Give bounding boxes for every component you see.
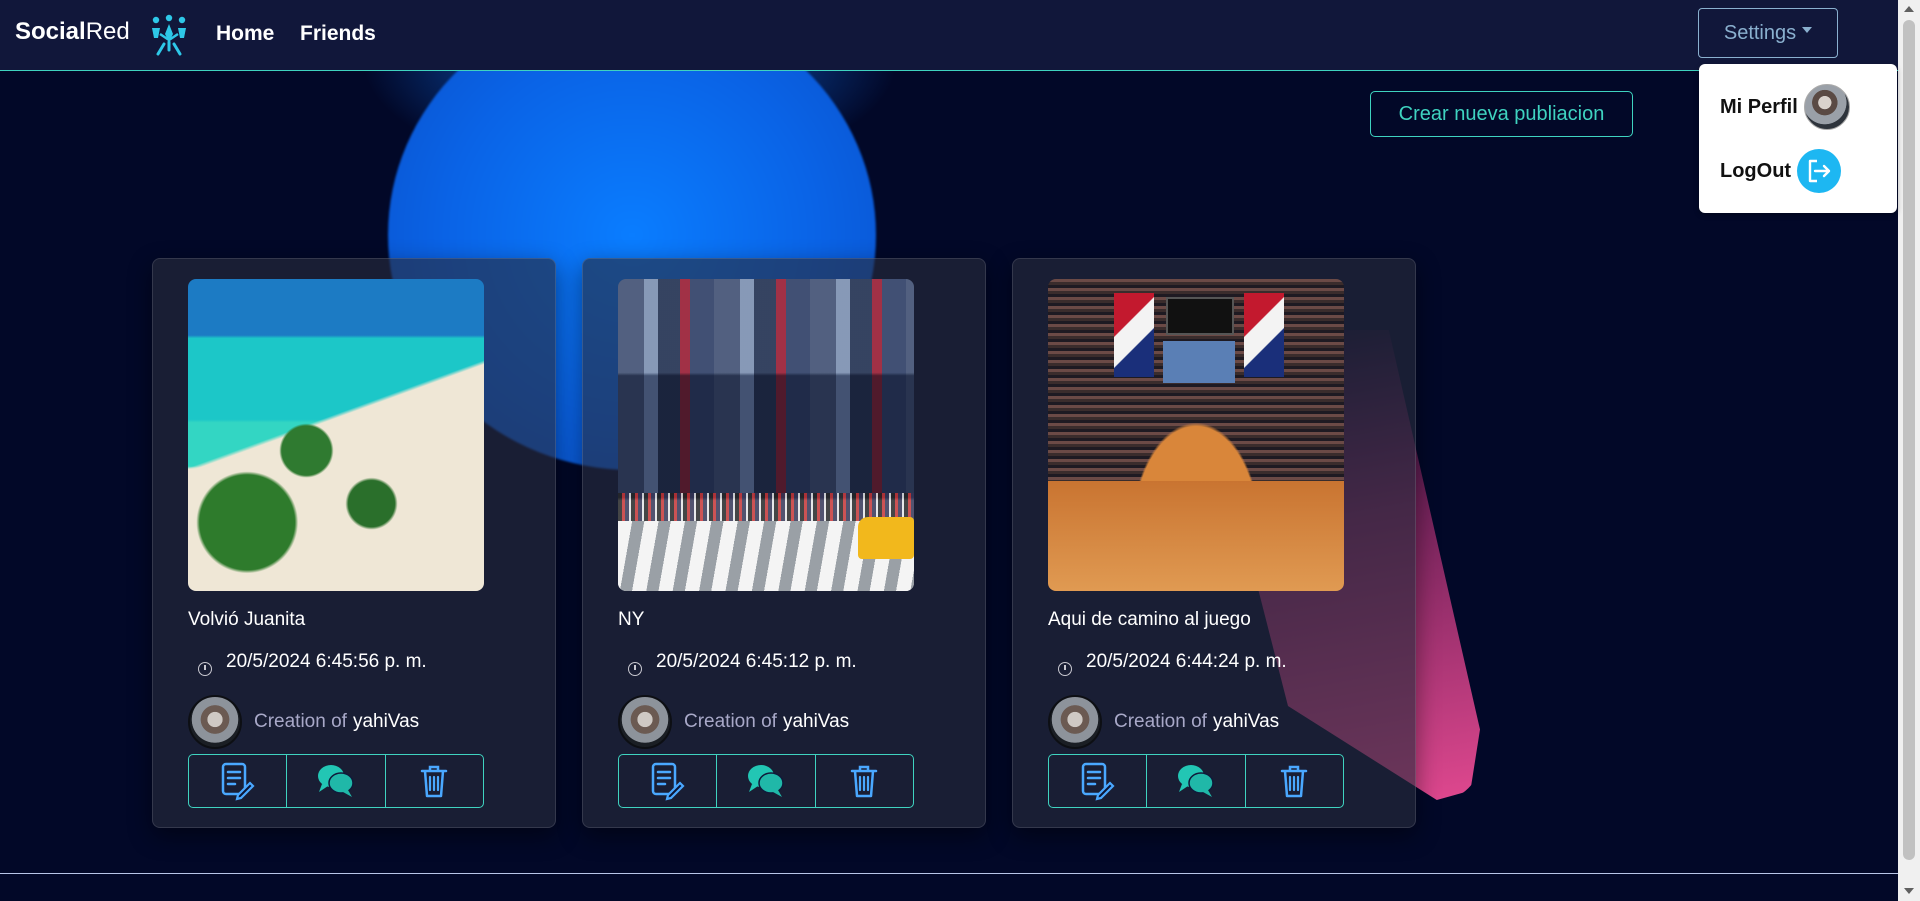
post-card: Aqui de camino al juego 20/5/2024 6:44:2…: [1012, 258, 1416, 828]
menu-item-profile-label: Mi Perfil: [1720, 95, 1798, 118]
post-image[interactable]: [1048, 279, 1344, 591]
comments-button[interactable]: [1147, 755, 1246, 807]
edit-post-button[interactable]: [619, 755, 718, 807]
menu-item-logout[interactable]: LogOut: [1720, 149, 1842, 193]
image-detail-screen: [1114, 293, 1154, 377]
post-date-text: 20/5/2024 6:45:56 p. m.: [226, 651, 427, 672]
post-actions: [618, 754, 914, 808]
post-date: 20/5/2024 6:44:24 p. m.: [1058, 648, 1287, 676]
scroll-up-arrow-icon[interactable]: [1904, 6, 1914, 12]
edit-icon: [221, 762, 255, 801]
comments-button[interactable]: [287, 755, 386, 807]
settings-dropdown-menu: Mi Perfil LogOut: [1699, 64, 1897, 213]
delete-post-button[interactable]: [386, 755, 483, 807]
caret-down-icon: [1802, 27, 1813, 33]
post-image[interactable]: [188, 279, 484, 591]
edit-post-button[interactable]: [189, 755, 288, 807]
settings-label: Settings: [1723, 21, 1797, 44]
trash-icon: [851, 765, 878, 798]
image-detail-taxi: [858, 517, 914, 559]
create-post-button[interactable]: Crear nueva publiacion: [1370, 91, 1633, 137]
clock-icon: [198, 662, 212, 676]
nav-link-home[interactable]: Home: [216, 22, 274, 46]
trash-icon: [1281, 765, 1308, 798]
trash-icon: [421, 765, 448, 798]
profile-avatar: [1803, 84, 1850, 130]
avatar[interactable]: [188, 695, 242, 749]
menu-item-profile[interactable]: Mi Perfil: [1720, 84, 1850, 130]
post-title: NY: [618, 609, 645, 630]
edit-icon: [651, 762, 685, 801]
clock-icon: [1058, 662, 1072, 676]
avatar[interactable]: [618, 695, 672, 749]
post-author: Creation of yahiVas: [618, 695, 849, 749]
settings-dropdown-button[interactable]: Settings: [1698, 8, 1838, 58]
delete-post-button[interactable]: [816, 755, 913, 807]
navbar: SocialRed Home Friends Settings: [0, 0, 1898, 71]
post-title: Aqui de camino al juego: [1048, 609, 1251, 630]
post-author: Creation of yahiVas: [1048, 695, 1279, 749]
post-actions: [1048, 754, 1344, 808]
scroll-down-arrow-icon[interactable]: [1904, 888, 1914, 894]
clock-icon: [628, 662, 642, 676]
comments-icon: [317, 765, 354, 797]
menu-item-logout-label: LogOut: [1720, 159, 1792, 182]
post-date-text: 20/5/2024 6:45:12 p. m.: [656, 651, 857, 672]
logout-icon: [1797, 149, 1842, 193]
scrollbar-thumb[interactable]: [1903, 20, 1915, 860]
author-name[interactable]: yahiVas: [783, 711, 849, 733]
image-detail-jumbotron: [1163, 341, 1235, 383]
post-author: Creation of yahiVas: [188, 695, 419, 749]
post-actions: [188, 754, 484, 808]
footer-divider: [0, 873, 1898, 874]
post-card: NY 20/5/2024 6:45:12 p. m. Creation of y…: [582, 258, 986, 828]
image-detail-court: [1048, 481, 1344, 591]
brand-logo-text[interactable]: SocialRed: [15, 18, 130, 46]
page: SocialRed Home Friends Settings Mi Perfi…: [0, 0, 1920, 901]
edit-post-button[interactable]: [1049, 755, 1148, 807]
comments-icon: [747, 765, 784, 797]
post-image[interactable]: [618, 279, 914, 591]
edit-icon: [1081, 762, 1115, 801]
brand-light: Red: [85, 18, 130, 45]
comments-icon: [1177, 765, 1214, 797]
creation-label: Creation of: [254, 711, 347, 732]
creation-label: Creation of: [684, 711, 777, 732]
post-card: Volvió Juanita 20/5/2024 6:45:56 p. m. C…: [152, 258, 556, 828]
creation-label: Creation of: [1114, 711, 1207, 732]
image-detail-screen: [1244, 293, 1284, 377]
brand-bold: Social: [15, 18, 86, 45]
author-name[interactable]: yahiVas: [1213, 711, 1279, 733]
nav-link-friends[interactable]: Friends: [300, 22, 376, 46]
author-name[interactable]: yahiVas: [353, 711, 419, 733]
image-detail-scoreboard: [1166, 297, 1234, 335]
comments-button[interactable]: [717, 755, 816, 807]
exit-arrow-icon: [1808, 159, 1831, 183]
delete-post-button[interactable]: [1246, 755, 1343, 807]
avatar[interactable]: [1048, 695, 1102, 749]
people-network-icon: [152, 14, 186, 56]
post-date: 20/5/2024 6:45:12 p. m.: [628, 648, 857, 676]
post-date-text: 20/5/2024 6:44:24 p. m.: [1086, 651, 1287, 672]
post-date: 20/5/2024 6:45:56 p. m.: [198, 648, 427, 676]
post-title: Volvió Juanita: [188, 609, 306, 630]
